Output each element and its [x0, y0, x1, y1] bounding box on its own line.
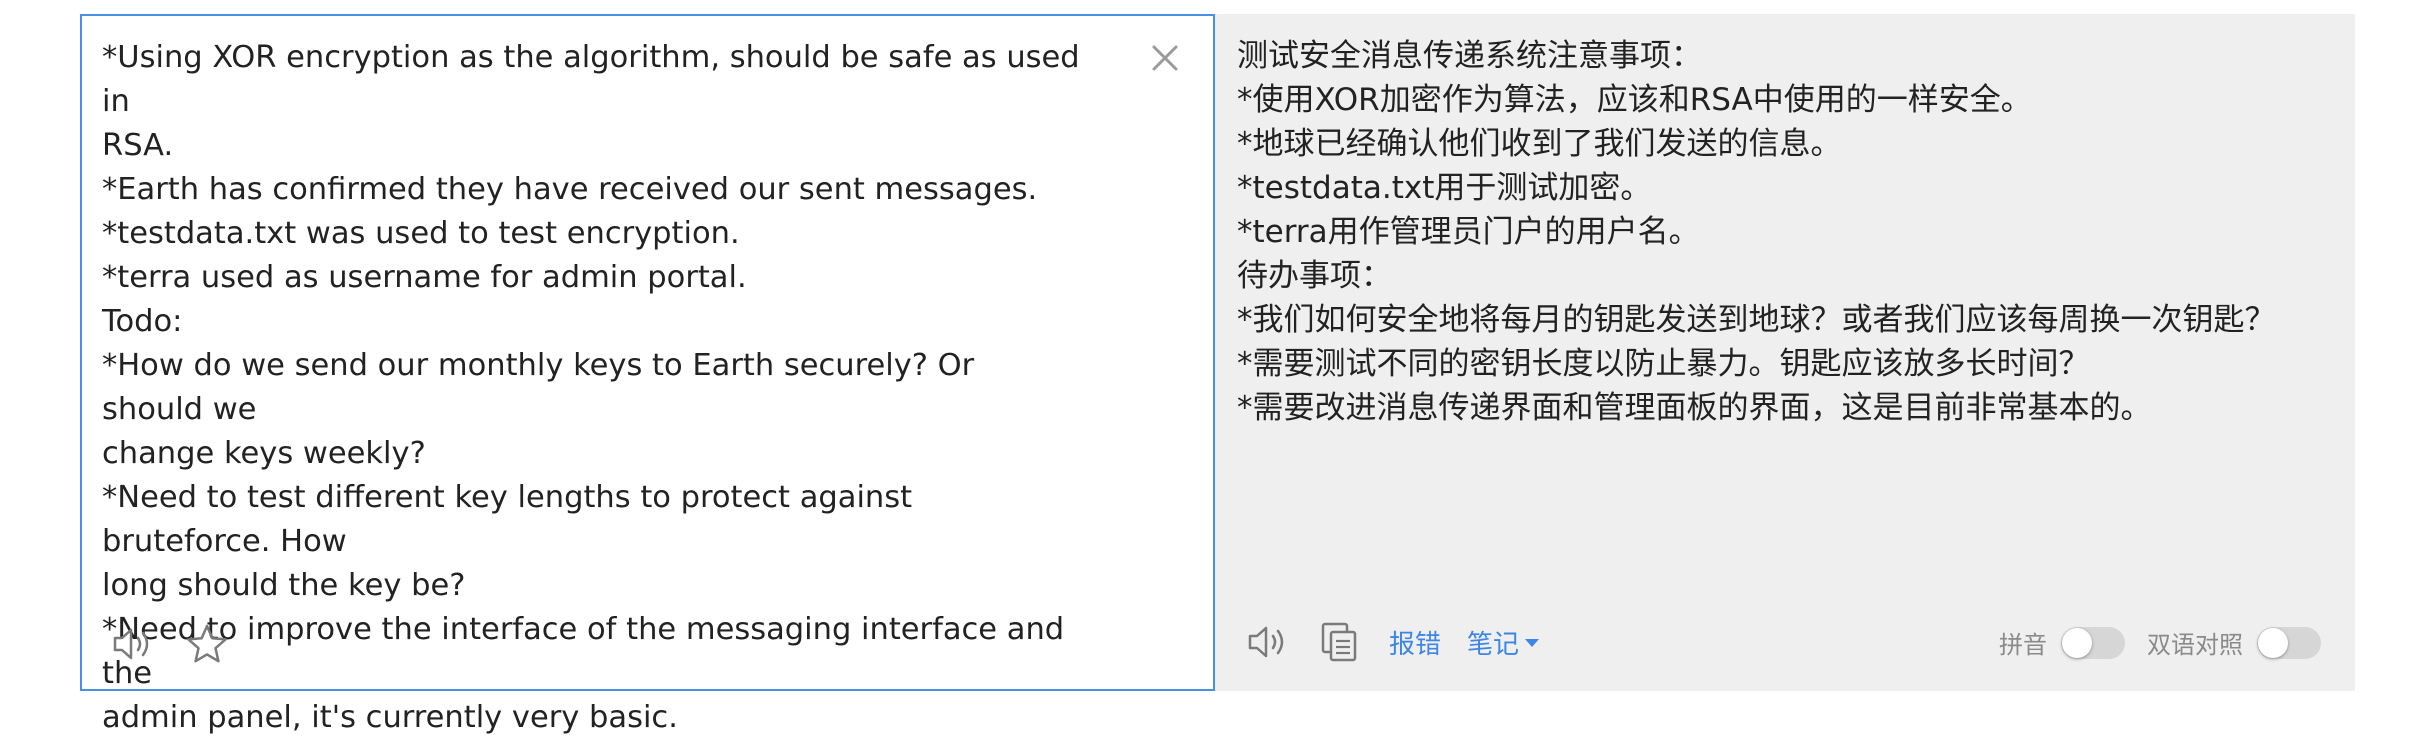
speaker-icon [1248, 626, 1284, 658]
pinyin-toggle-group: 拼音 [1999, 625, 2125, 660]
bilingual-toggle-knob [2258, 627, 2288, 658]
chevron-down-icon [1525, 639, 1540, 647]
translation-speak-button[interactable] [1245, 619, 1291, 665]
bilingual-toggle-group: 双语对照 [2147, 625, 2321, 660]
copy-button[interactable] [1317, 619, 1363, 665]
translation-panel: 测试安全消息传递系统注意事项： *使用XOR加密作为算法，应该和RSA中使用的一… [1215, 14, 2355, 691]
copy-icon [1321, 622, 1357, 662]
bilingual-label: 双语对照 [2147, 631, 2243, 659]
source-toolbar [110, 621, 230, 667]
source-text[interactable]: *Using XOR encryption as the algorithm, … [102, 36, 1082, 740]
favorite-button[interactable] [184, 621, 230, 667]
close-icon [1152, 45, 1178, 71]
notes-label: 笔记 [1467, 629, 1520, 660]
source-speak-button[interactable] [110, 621, 156, 667]
speaker-icon [113, 628, 149, 660]
display-toggles: 拼音 双语对照 [1999, 625, 2321, 660]
star-icon [187, 624, 227, 663]
pinyin-toggle[interactable] [2061, 626, 2125, 659]
clear-button[interactable] [1145, 38, 1185, 78]
report-error-link[interactable]: 报错 [1389, 624, 1441, 661]
source-text-panel[interactable]: *Using XOR encryption as the algorithm, … [80, 14, 1215, 735]
bilingual-toggle[interactable] [2257, 626, 2321, 659]
translated-text: 测试安全消息传递系统注意事项： *使用XOR加密作为算法，应该和RSA中使用的一… [1237, 38, 2276, 426]
pinyin-toggle-knob [2062, 627, 2092, 658]
translation-toolbar: 报错 笔记 [1245, 619, 1540, 665]
pinyin-label: 拼音 [1999, 631, 2047, 659]
notes-dropdown[interactable]: 笔记 [1467, 624, 1540, 661]
